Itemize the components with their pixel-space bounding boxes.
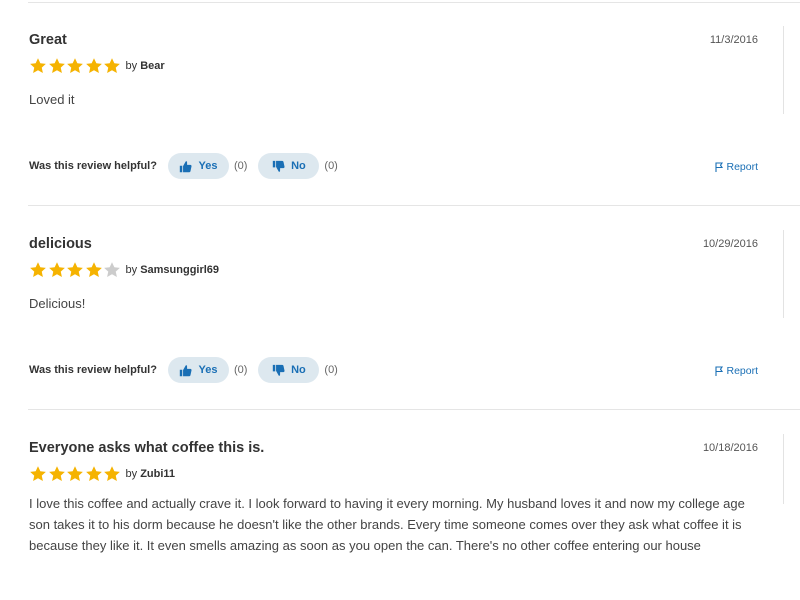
star-filled-icon [66, 465, 84, 483]
byline-prefix: by [125, 264, 138, 276]
review-date: 11/3/2016 [709, 34, 758, 46]
rating-row: by Samsunggirl69 [29, 261, 219, 279]
helpful-row: Was this review helpful? Yes (0) No (0) [29, 357, 349, 383]
review-author: Bear [140, 60, 165, 72]
review-author: Samsunggirl69 [140, 264, 220, 276]
star-filled-icon [29, 261, 47, 279]
star-filled-icon [48, 261, 66, 279]
review-item: delicious 10/29/2016 by Samsunggirl69 De… [0, 206, 800, 410]
star-filled-icon [48, 57, 66, 75]
review-byline: by Bear [126, 60, 165, 72]
no-button[interactable]: No [258, 153, 320, 179]
review-title: delicious [29, 236, 92, 252]
report-label: Report [726, 161, 758, 173]
helpful-row: Was this review helpful? Yes (0) No (0) [29, 153, 349, 179]
review-item: Great 11/3/2016 by Bear Loved it Was thi… [0, 2, 800, 206]
review-byline: by Samsunggirl69 [126, 264, 220, 276]
yes-button[interactable]: Yes [167, 357, 229, 383]
review-title: Everyone asks what coffee this is. [29, 440, 265, 456]
star-rating [29, 261, 122, 279]
no-button[interactable]: No [258, 357, 320, 383]
helpful-question: Was this review helpful? [29, 364, 157, 376]
side-divider [783, 230, 784, 318]
star-filled-icon [85, 261, 103, 279]
side-divider [783, 26, 784, 114]
star-filled-icon [66, 261, 84, 279]
report-link[interactable]: Report [715, 365, 758, 377]
flag-icon [715, 366, 724, 376]
star-filled-icon [48, 465, 66, 483]
review-title: Great [29, 32, 67, 48]
thumbs-up-icon [179, 160, 193, 173]
review-date: 10/18/2016 [702, 442, 758, 454]
star-rating [29, 465, 122, 483]
review-author: Zubi11 [140, 468, 176, 480]
review-body: I love this coffee and actually crave it… [29, 496, 745, 553]
yes-count: (0) [233, 364, 248, 376]
star-filled-icon [66, 57, 84, 75]
flag-icon [715, 162, 724, 172]
thumbs-down-icon [272, 364, 285, 377]
no-count: (0) [324, 160, 338, 172]
byline-prefix: by [125, 468, 138, 480]
star-filled-icon [85, 57, 103, 75]
review-byline: by Zubi11 [126, 468, 176, 480]
review-date: 10/29/2016 [702, 238, 758, 250]
thumbs-up-icon [179, 364, 193, 377]
report-link[interactable]: Report [715, 161, 758, 173]
yes-count: (0) [233, 160, 248, 172]
reviews-page: Great 11/3/2016 by Bear Loved it Was thi… [0, 0, 800, 600]
rating-row: by Bear [29, 57, 165, 75]
thumbs-down-icon [272, 160, 285, 173]
no-count: (0) [324, 364, 338, 376]
yes-button[interactable]: Yes [167, 153, 229, 179]
review-body: Loved it [29, 92, 75, 107]
star-empty-icon [103, 261, 121, 279]
no-label: No [291, 364, 306, 376]
yes-label: Yes [198, 160, 218, 172]
rating-row: by Zubi11 [29, 465, 175, 483]
star-filled-icon [103, 57, 121, 75]
helpful-question: Was this review helpful? [29, 160, 157, 172]
no-label: No [291, 160, 306, 172]
star-rating [29, 57, 122, 75]
byline-prefix: by [125, 60, 138, 72]
star-filled-icon [29, 465, 47, 483]
star-filled-icon [85, 465, 103, 483]
side-divider [783, 434, 784, 504]
review-body: Delicious! [29, 296, 86, 311]
star-filled-icon [103, 465, 121, 483]
report-label: Report [726, 365, 758, 377]
review-item: Everyone asks what coffee this is. 10/18… [0, 410, 800, 600]
star-filled-icon [29, 57, 47, 75]
yes-label: Yes [198, 364, 218, 376]
